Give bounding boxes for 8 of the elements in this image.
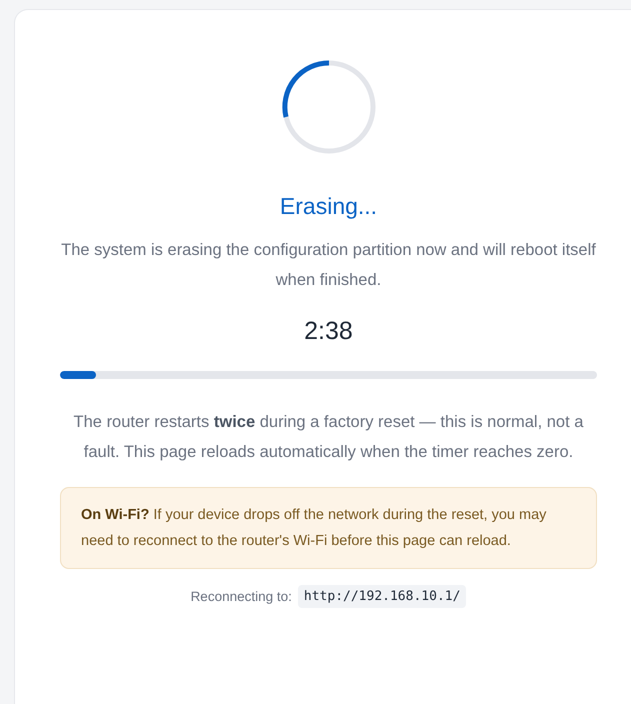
wifi-notice: On Wi-Fi? If your device drops off the network during the reset, you may need to reconnect to the router's Wi-Fi before this page can reload. — [60, 487, 597, 569]
info-text: The router restarts twice during a factory reset — this is normal, not a fault. This page reloads automatically when the timer reaches zero. — [72, 412, 584, 463]
status-title: Erasing... — [280, 192, 378, 221]
countdown-timer: 2:38 — [304, 316, 353, 347]
router-address: http://192.168.10.1/ — [298, 585, 466, 608]
spinner-icon — [280, 59, 376, 155]
status-description: The system is erasing the configuration partition now and will reboot itself when finished. — [60, 240, 597, 291]
reconnect-label: Reconnecting to: — [190, 589, 292, 604]
